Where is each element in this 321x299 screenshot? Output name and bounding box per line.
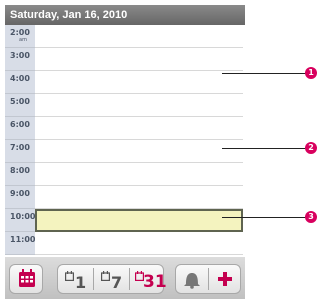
hour-row[interactable]: 11:00 (5, 232, 245, 255)
callout-marker-1: 1 (305, 67, 317, 79)
alarm-bell-icon (184, 273, 200, 289)
callout-line-2 (222, 148, 306, 149)
hour-row[interactable]: 6:00 (5, 117, 245, 140)
hour-label: 11:00 (10, 235, 36, 244)
hour-slot[interactable] (35, 117, 243, 140)
bottom-toolbar: 1 7 31 (5, 257, 245, 299)
hour-slot[interactable] (35, 48, 243, 71)
hour-slot[interactable] (35, 163, 243, 186)
hour-gutter: 7:00 (5, 140, 35, 163)
hour-label: 9:00 (10, 189, 30, 198)
hour-gutter: 5:00 (5, 94, 35, 117)
hour-slot[interactable] (35, 71, 243, 94)
month-view-label: 31 (143, 272, 167, 292)
date-header: Saturday, Jan 16, 2010 (5, 5, 245, 25)
alarm-button[interactable] (176, 265, 208, 293)
hour-row[interactable]: 2:00 am (5, 25, 245, 48)
hour-row[interactable]: 4:00 (5, 71, 245, 94)
callout-line-3 (222, 217, 306, 218)
hour-gutter: 2:00 am (5, 25, 35, 48)
hour-label: 4:00 (10, 74, 30, 83)
callout-marker-3: 3 (305, 211, 317, 223)
day-view-button[interactable]: 1 (58, 265, 93, 293)
hour-gutter: 3:00 (5, 48, 35, 71)
hour-label: 3:00 (10, 51, 30, 60)
week-view-button[interactable]: 7 (94, 265, 129, 293)
hour-slot[interactable] (35, 140, 243, 163)
callout-marker-2: 2 (305, 142, 317, 154)
hour-label: 2:00 (10, 28, 30, 37)
hour-gutter: 8:00 (5, 163, 35, 186)
action-group (175, 264, 241, 294)
new-event-button[interactable] (209, 265, 241, 293)
hour-slot[interactable] (35, 94, 243, 117)
calendar-icon (101, 271, 110, 281)
hour-gutter: 11:00 (5, 232, 35, 255)
hour-row[interactable]: 3:00 (5, 48, 245, 71)
hour-row[interactable]: 5:00 (5, 94, 245, 117)
day-view-label: 1 (75, 273, 87, 292)
hour-row[interactable]: 8:00 (5, 163, 245, 186)
hour-label: 7:00 (10, 143, 30, 152)
hour-slot[interactable] (35, 232, 243, 255)
hour-slot[interactable] (35, 25, 243, 48)
view-switcher: 1 7 31 (57, 264, 167, 294)
hour-label: 6:00 (10, 120, 30, 129)
calendar-icon (65, 271, 74, 281)
day-timeline: 2:00 am 3:00 4:00 5:00 6:00 7:00 8:00 9:… (5, 25, 245, 257)
ampm-label: am (19, 37, 27, 43)
hour-label: 10:00 (10, 212, 36, 221)
calendar-grid-button[interactable] (9, 264, 43, 294)
calendar-grid-icon (19, 269, 35, 287)
hour-row-selected[interactable]: 10:00 (5, 209, 245, 232)
selected-hour-slot[interactable] (35, 209, 243, 232)
hour-label: 8:00 (10, 166, 30, 175)
hour-gutter: 10:00 (5, 209, 35, 232)
hour-slot[interactable] (35, 186, 243, 209)
callout-line-1 (222, 73, 306, 74)
hour-row[interactable]: 9:00 (5, 186, 245, 209)
month-view-button[interactable]: 31 (130, 265, 167, 293)
hour-row[interactable]: 7:00 (5, 140, 245, 163)
plus-icon (218, 272, 232, 286)
hour-gutter: 6:00 (5, 117, 35, 140)
hour-gutter: 4:00 (5, 71, 35, 94)
calendar-screen: Saturday, Jan 16, 2010 2:00 am 3:00 4:00… (5, 5, 245, 299)
week-view-label: 7 (111, 273, 123, 292)
hour-gutter: 9:00 (5, 186, 35, 209)
hour-label: 5:00 (10, 97, 30, 106)
